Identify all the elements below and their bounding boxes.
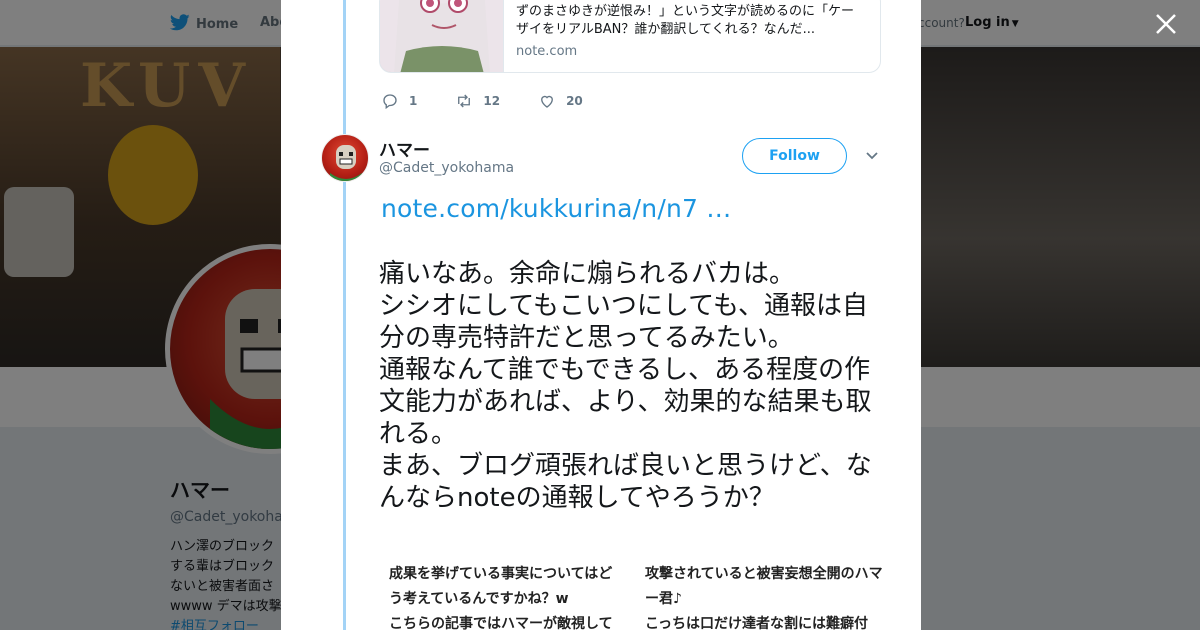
reply-count: 1	[409, 94, 418, 108]
card-domain: note.com	[516, 44, 578, 59]
like-action[interactable]: 20	[538, 92, 583, 110]
thread-connector-line	[343, 0, 346, 630]
tweet-author-handle[interactable]: @Cadet_yokohama	[379, 160, 514, 176]
image-text-left: 成果を挙げている事実についてはどう考えているんですかね？w こちらの記事ではハマ…	[389, 566, 613, 630]
retweet-action[interactable]: 12	[455, 92, 500, 110]
like-count: 20	[566, 94, 583, 108]
image-text-right: 攻撃されていると被害妄想全開のハマー君♪ こっちは口だけ達者な割には難癖付	[645, 566, 883, 630]
reply-icon	[383, 94, 397, 110]
close-button[interactable]	[1150, 8, 1182, 40]
retweet-count: 12	[483, 94, 501, 108]
card-description: ずのまさゆきが逆恨み！」という文字が読めるのに「ケーザイをリアルBAN？誰か翻訳…	[516, 4, 855, 37]
link-preview-card[interactable]: ずのまさゆきが逆恨み！」という文字が読めるのに「ケーザイをリアルBAN？誰か翻訳…	[379, 0, 881, 73]
heart-icon	[541, 95, 553, 108]
tweet-text: 痛いなあ。余命に煽られるバカは。 シシオにしてもこいつにしても、通報は自分の専売…	[379, 259, 872, 513]
tweet-link[interactable]: note.com/kukkurina/n/n7 …	[381, 194, 731, 223]
follow-button[interactable]: Follow	[742, 138, 847, 174]
tweet-author-avatar[interactable]	[321, 134, 369, 182]
retweet-icon	[458, 94, 471, 108]
close-icon	[1156, 14, 1176, 34]
card-thumbnail	[380, 0, 504, 72]
tweet-actions: 1 12 20	[381, 92, 621, 110]
tweet-author-name[interactable]: ハマー	[379, 136, 430, 161]
tweet-modal: ずのまさゆきが逆恨み！」という文字が読めるのに「ケーザイをリアルBAN？誰か翻訳…	[281, 0, 921, 630]
tweet-image[interactable]: 成果を挙げている事実についてはどう考えているんですかね？w こちらの記事ではハマ…	[379, 556, 889, 630]
reply-action[interactable]: 1	[381, 92, 417, 110]
chevron-down-icon[interactable]	[865, 149, 879, 163]
